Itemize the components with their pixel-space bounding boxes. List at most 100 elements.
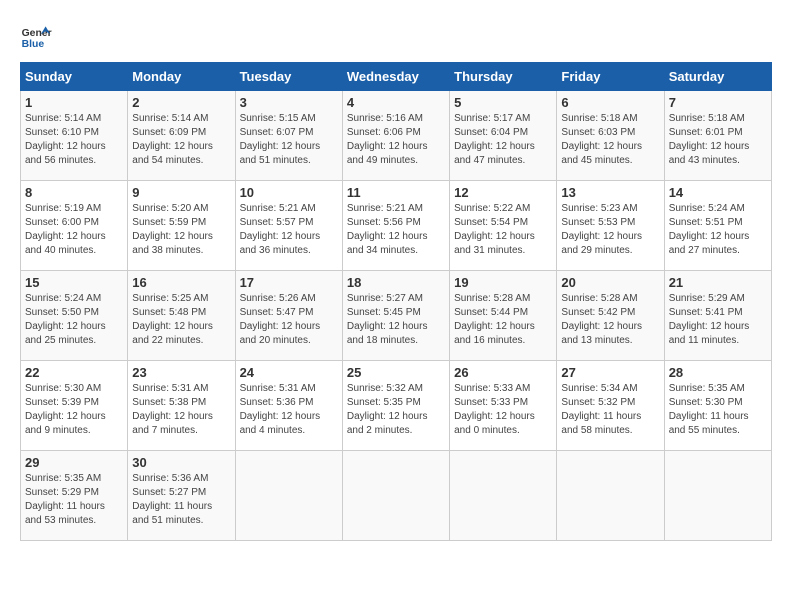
day-detail: Sunrise: 5:35 AM Sunset: 5:30 PM Dayligh…: [669, 382, 767, 438]
day-detail: Sunrise: 5:16 AM Sunset: 6:06 PM Dayligh…: [347, 112, 445, 168]
calendar-cell: 8 Sunrise: 5:19 AM Sunset: 6:00 PM Daylig…: [21, 181, 128, 271]
calendar-cell: 25 Sunrise: 5:32 AM Sunset: 5:35 PM Dayli…: [342, 361, 449, 451]
weekday-header: Monday: [128, 63, 235, 91]
day-number: 9: [132, 185, 230, 200]
calendar-cell: 23 Sunrise: 5:31 AM Sunset: 5:38 PM Dayli…: [128, 361, 235, 451]
calendar-week-row: 22 Sunrise: 5:30 AM Sunset: 5:39 PM Dayli…: [21, 361, 772, 451]
calendar-cell: [235, 451, 342, 541]
day-detail: Sunrise: 5:19 AM Sunset: 6:00 PM Dayligh…: [25, 202, 123, 258]
day-detail: Sunrise: 5:20 AM Sunset: 5:59 PM Dayligh…: [132, 202, 230, 258]
day-number: 17: [240, 275, 338, 290]
day-number: 29: [25, 455, 123, 470]
weekday-header: Saturday: [664, 63, 771, 91]
day-detail: Sunrise: 5:18 AM Sunset: 6:01 PM Dayligh…: [669, 112, 767, 168]
day-number: 22: [25, 365, 123, 380]
calendar-cell: 30 Sunrise: 5:36 AM Sunset: 5:27 PM Dayli…: [128, 451, 235, 541]
calendar-cell: 20Sunrise: 5:28 AM Sunset: 5:42 PM Dayli…: [557, 271, 664, 361]
day-detail: Sunrise: 5:29 AM Sunset: 5:41 PM Dayligh…: [669, 292, 767, 348]
day-number: 8: [25, 185, 123, 200]
day-detail: Sunrise: 5:23 AM Sunset: 5:53 PM Dayligh…: [561, 202, 659, 258]
day-detail: Sunrise: 5:33 AM Sunset: 5:33 PM Dayligh…: [454, 382, 552, 438]
day-number: 13: [561, 185, 659, 200]
calendar-cell: 11Sunrise: 5:21 AM Sunset: 5:56 PM Dayli…: [342, 181, 449, 271]
calendar-cell: 6 Sunrise: 5:18 AM Sunset: 6:03 PM Daylig…: [557, 91, 664, 181]
day-detail: Sunrise: 5:30 AM Sunset: 5:39 PM Dayligh…: [25, 382, 123, 438]
day-detail: Sunrise: 5:15 AM Sunset: 6:07 PM Dayligh…: [240, 112, 338, 168]
day-number: 20: [561, 275, 659, 290]
calendar-cell: 28 Sunrise: 5:35 AM Sunset: 5:30 PM Dayli…: [664, 361, 771, 451]
day-number: 18: [347, 275, 445, 290]
calendar-week-row: 1 Sunrise: 5:14 AM Sunset: 6:10 PM Daylig…: [21, 91, 772, 181]
day-number: 28: [669, 365, 767, 380]
calendar-week-row: 29 Sunrise: 5:35 AM Sunset: 5:29 PM Dayli…: [21, 451, 772, 541]
day-number: 30: [132, 455, 230, 470]
weekday-header: Friday: [557, 63, 664, 91]
day-number: 3: [240, 95, 338, 110]
calendar-cell: 19 Sunrise: 5:28 AM Sunset: 5:44 PM Dayli…: [450, 271, 557, 361]
calendar-header: SundayMondayTuesdayWednesdayThursdayFrid…: [21, 63, 772, 91]
day-detail: Sunrise: 5:31 AM Sunset: 5:36 PM Dayligh…: [240, 382, 338, 438]
day-number: 1: [25, 95, 123, 110]
header: General Blue: [20, 20, 772, 52]
logo: General Blue: [20, 20, 52, 52]
calendar-cell: [342, 451, 449, 541]
calendar-cell: 10 Sunrise: 5:21 AM Sunset: 5:57 PM Dayli…: [235, 181, 342, 271]
day-number: 12: [454, 185, 552, 200]
day-number: 23: [132, 365, 230, 380]
day-detail: Sunrise: 5:35 AM Sunset: 5:29 PM Dayligh…: [25, 472, 123, 528]
day-number: 2: [132, 95, 230, 110]
day-number: 25: [347, 365, 445, 380]
day-number: 19: [454, 275, 552, 290]
day-detail: Sunrise: 5:28 AM Sunset: 5:44 PM Dayligh…: [454, 292, 552, 348]
calendar-cell: 7 Sunrise: 5:18 AM Sunset: 6:01 PM Daylig…: [664, 91, 771, 181]
calendar-cell: 3 Sunrise: 5:15 AM Sunset: 6:07 PM Daylig…: [235, 91, 342, 181]
day-detail: Sunrise: 5:24 AM Sunset: 5:51 PM Dayligh…: [669, 202, 767, 258]
calendar-cell: 4 Sunrise: 5:16 AM Sunset: 6:06 PM Daylig…: [342, 91, 449, 181]
day-detail: Sunrise: 5:36 AM Sunset: 5:27 PM Dayligh…: [132, 472, 230, 528]
calendar-cell: 18Sunrise: 5:27 AM Sunset: 5:45 PM Dayli…: [342, 271, 449, 361]
calendar-cell: 14 Sunrise: 5:24 AM Sunset: 5:51 PM Dayli…: [664, 181, 771, 271]
calendar-cell: 22 Sunrise: 5:30 AM Sunset: 5:39 PM Dayli…: [21, 361, 128, 451]
day-number: 7: [669, 95, 767, 110]
calendar-week-row: 15 Sunrise: 5:24 AM Sunset: 5:50 PM Dayli…: [21, 271, 772, 361]
day-detail: Sunrise: 5:31 AM Sunset: 5:38 PM Dayligh…: [132, 382, 230, 438]
weekday-header: Tuesday: [235, 63, 342, 91]
day-number: 5: [454, 95, 552, 110]
day-number: 14: [669, 185, 767, 200]
calendar-cell: 13 Sunrise: 5:23 AM Sunset: 5:53 PM Dayli…: [557, 181, 664, 271]
day-detail: Sunrise: 5:17 AM Sunset: 6:04 PM Dayligh…: [454, 112, 552, 168]
calendar-cell: 21 Sunrise: 5:29 AM Sunset: 5:41 PM Dayli…: [664, 271, 771, 361]
day-number: 15: [25, 275, 123, 290]
day-number: 27: [561, 365, 659, 380]
calendar-week-row: 8 Sunrise: 5:19 AM Sunset: 6:00 PM Daylig…: [21, 181, 772, 271]
calendar-cell: [450, 451, 557, 541]
calendar-cell: [557, 451, 664, 541]
calendar-cell: 27Sunrise: 5:34 AM Sunset: 5:32 PM Dayli…: [557, 361, 664, 451]
day-detail: Sunrise: 5:14 AM Sunset: 6:10 PM Dayligh…: [25, 112, 123, 168]
day-number: 21: [669, 275, 767, 290]
calendar-cell: 26 Sunrise: 5:33 AM Sunset: 5:33 PM Dayli…: [450, 361, 557, 451]
day-detail: Sunrise: 5:26 AM Sunset: 5:47 PM Dayligh…: [240, 292, 338, 348]
day-number: 6: [561, 95, 659, 110]
calendar-cell: 12 Sunrise: 5:22 AM Sunset: 5:54 PM Dayli…: [450, 181, 557, 271]
day-detail: Sunrise: 5:22 AM Sunset: 5:54 PM Dayligh…: [454, 202, 552, 258]
day-number: 4: [347, 95, 445, 110]
day-detail: Sunrise: 5:18 AM Sunset: 6:03 PM Dayligh…: [561, 112, 659, 168]
day-number: 10: [240, 185, 338, 200]
svg-text:Blue: Blue: [22, 39, 45, 50]
calendar-cell: [664, 451, 771, 541]
calendar-cell: 24Sunrise: 5:31 AM Sunset: 5:36 PM Dayli…: [235, 361, 342, 451]
calendar-cell: 29 Sunrise: 5:35 AM Sunset: 5:29 PM Dayli…: [21, 451, 128, 541]
calendar-cell: 15 Sunrise: 5:24 AM Sunset: 5:50 PM Dayli…: [21, 271, 128, 361]
day-number: 26: [454, 365, 552, 380]
day-detail: Sunrise: 5:32 AM Sunset: 5:35 PM Dayligh…: [347, 382, 445, 438]
weekday-header: Wednesday: [342, 63, 449, 91]
calendar-cell: 2Sunrise: 5:14 AM Sunset: 6:09 PM Daylig…: [128, 91, 235, 181]
weekday-header: Thursday: [450, 63, 557, 91]
calendar-cell: 17 Sunrise: 5:26 AM Sunset: 5:47 PM Dayli…: [235, 271, 342, 361]
day-detail: Sunrise: 5:24 AM Sunset: 5:50 PM Dayligh…: [25, 292, 123, 348]
calendar-cell: 5 Sunrise: 5:17 AM Sunset: 6:04 PM Daylig…: [450, 91, 557, 181]
day-detail: Sunrise: 5:21 AM Sunset: 5:57 PM Dayligh…: [240, 202, 338, 258]
logo-icon: General Blue: [20, 20, 52, 52]
calendar-cell: 1 Sunrise: 5:14 AM Sunset: 6:10 PM Daylig…: [21, 91, 128, 181]
